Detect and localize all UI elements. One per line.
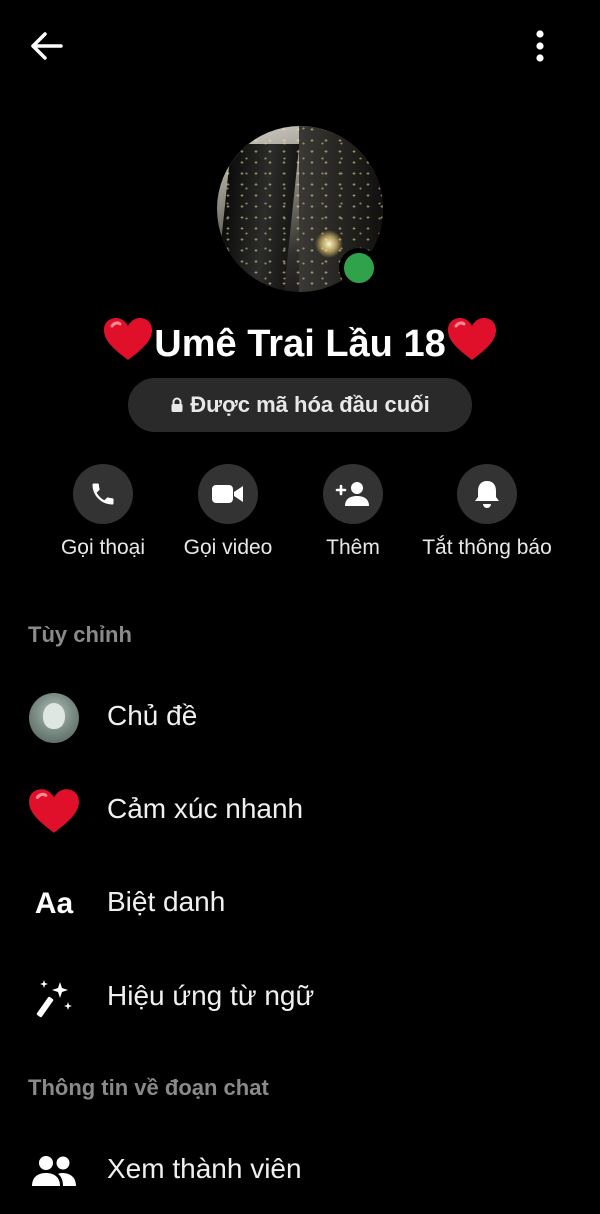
mute-notifications-action[interactable]: Tắt thông báo — [412, 464, 562, 574]
theme-avatar-face — [43, 703, 65, 729]
profile-name-text: Umê Trai Lầu 18 — [154, 323, 446, 365]
menu-item-nickname[interactable]: Aa Biệt danh — [0, 864, 600, 944]
heart-icon — [104, 318, 153, 360]
menu-item-theme-label: Chủ đề — [107, 700, 198, 731]
video-call-button[interactable] — [198, 464, 258, 524]
menu-item-quick-reaction-label: Cảm xúc nhanh — [107, 793, 304, 824]
menu-item-theme[interactable]: Chủ đề — [0, 678, 600, 758]
people-icon — [32, 1156, 76, 1186]
menu-item-quick-reaction[interactable]: Cảm xúc nhanh — [0, 771, 600, 851]
menu-item-word-effects[interactable]: Hiệu ứng từ ngữ — [0, 958, 600, 1038]
menu-item-nickname-label: Biệt danh — [107, 886, 226, 917]
add-person-icon — [335, 482, 369, 506]
section-title-customize: Tùy chỉnh — [28, 622, 132, 647]
top-bar — [0, 0, 600, 92]
menu-item-word-effects-label: Hiệu ứng từ ngữ — [107, 980, 315, 1011]
mute-notifications-label: Tắt thông báo — [422, 536, 552, 559]
profile-name: Umê Trai Lầu 18 — [0, 316, 600, 372]
add-people-label: Thêm — [326, 536, 380, 559]
back-button[interactable] — [26, 28, 66, 64]
text-aa-icon: Aa — [34, 887, 74, 920]
quick-reaction-icon-wrap — [26, 783, 82, 839]
quick-actions: Gọi thoại Gọi video Thêm Tắt thông báo — [0, 464, 600, 574]
view-members-icon-wrap — [26, 1143, 82, 1199]
heart-icon — [447, 318, 496, 360]
bell-icon — [475, 481, 499, 508]
more-vertical-icon — [536, 30, 544, 62]
arrow-left-icon — [31, 32, 63, 60]
theme-avatar-icon — [29, 693, 79, 743]
profile-avatar-container[interactable] — [217, 126, 383, 292]
more-options-button[interactable] — [522, 26, 558, 66]
add-people-button[interactable] — [323, 464, 383, 524]
theme-icon-wrap — [26, 690, 82, 746]
menu-item-view-members-label: Xem thành viên — [107, 1153, 302, 1184]
mute-notifications-button[interactable] — [457, 464, 517, 524]
lock-icon — [171, 397, 183, 412]
avatar-light-glow — [315, 230, 343, 258]
phone-icon — [92, 483, 114, 505]
encryption-label: Được mã hóa đầu cuối — [190, 392, 430, 417]
encryption-badge[interactable]: Được mã hóa đầu cuối — [128, 378, 472, 432]
video-camera-icon — [212, 485, 243, 503]
online-status-indicator — [339, 248, 379, 288]
voice-call-button[interactable] — [73, 464, 133, 524]
section-title-chat-info: Thông tin về đoạn chat — [28, 1075, 269, 1100]
nickname-icon-wrap: Aa — [26, 876, 82, 932]
word-effects-icon-wrap — [26, 970, 82, 1026]
add-people-action[interactable]: Thêm — [278, 464, 428, 574]
magic-wand-icon — [36, 980, 72, 1018]
heart-icon — [29, 789, 79, 833]
menu-item-view-members[interactable]: Xem thành viên — [0, 1131, 600, 1211]
